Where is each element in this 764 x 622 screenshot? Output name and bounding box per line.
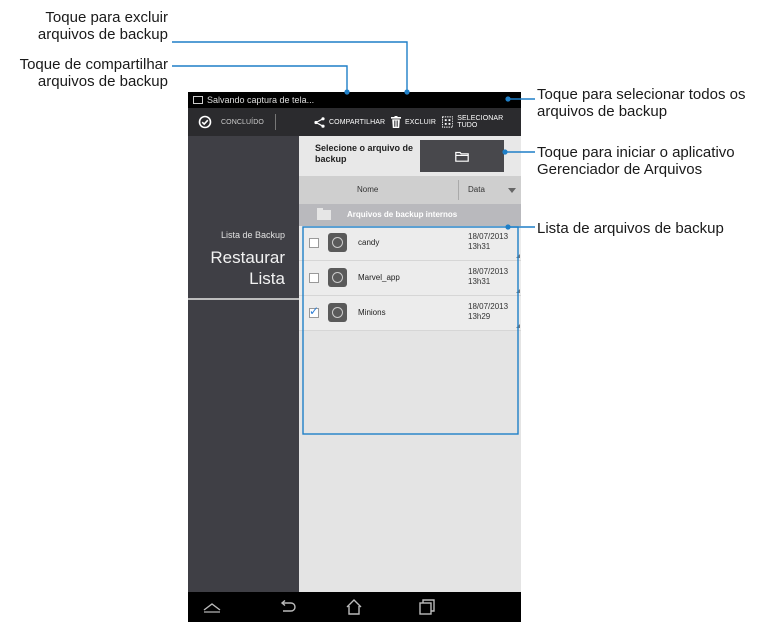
file-name: Minions — [358, 308, 386, 317]
file-date-time: 13h29 — [468, 312, 491, 321]
row-corner-indicator — [516, 289, 520, 293]
row-corner-indicator — [516, 324, 520, 328]
date-column-header[interactable]: Data — [468, 176, 485, 204]
file-date-day: 18/07/2013 — [468, 302, 509, 311]
file-checkbox[interactable] — [309, 304, 319, 318]
select-all-label: SELECIONAR TUDO — [457, 115, 504, 129]
internal-backups-group[interactable]: Arquivos de backup internos — [299, 204, 521, 226]
delete-button[interactable]: EXCLUIR — [391, 108, 436, 136]
callout-delete: Toque para excluir arquivos de backup — [37, 9, 168, 43]
file-date-time: 13h31 — [468, 242, 491, 251]
trash-icon — [391, 116, 401, 128]
callout-backup-list: Lista de arquivos de backup — [537, 220, 724, 237]
callout-select-all: Toque para selecionar todos os arquivos … — [537, 86, 746, 120]
select-all-icon — [442, 116, 454, 128]
backup-list-label: Lista de Backup — [220, 230, 285, 240]
file-date: 18/07/2013 13h31 — [468, 232, 508, 252]
file-date: 18/07/2013 13h29 — [468, 302, 508, 322]
done-button[interactable]: CONCLUÍDO — [198, 108, 264, 136]
share-icon — [314, 116, 325, 128]
select-all-button[interactable]: SELECIONAR TUDO — [442, 108, 521, 136]
header-divider — [458, 180, 459, 200]
list-item[interactable]: Marvel_app 18/07/2013 13h31 — [299, 261, 521, 296]
left-panel-divider — [188, 298, 299, 300]
share-callout-line — [172, 65, 348, 92]
row-corner-indicator — [516, 254, 520, 258]
sort-arrow-icon[interactable] — [508, 188, 516, 193]
screenshot-icon — [193, 96, 203, 104]
app-backup-icon — [328, 233, 347, 252]
file-name: candy — [358, 238, 380, 247]
check-circle-icon — [198, 115, 212, 129]
file-manager-button[interactable] — [420, 140, 504, 172]
list-item[interactable]: candy 18/07/2013 13h31 — [299, 226, 521, 261]
recent-apps-icon[interactable] — [416, 597, 438, 617]
restore-list-title[interactable]: Restaurar Lista — [210, 247, 285, 289]
name-column-header[interactable]: Nome — [357, 176, 378, 204]
share-label: COMPARTILHAR — [329, 118, 386, 126]
app-backup-icon — [328, 268, 347, 287]
delete-callout-line — [172, 41, 408, 92]
list-item[interactable]: Minions 18/07/2013 13h29 — [299, 296, 521, 331]
column-header-row: Nome Data — [299, 176, 521, 204]
file-checkbox[interactable] — [309, 238, 319, 248]
backup-file-panel: Selecione o arquivo de backup Nome Data … — [299, 136, 521, 592]
delete-label: EXCLUIR — [405, 118, 437, 126]
status-text: Salvando captura de tela... — [207, 95, 315, 105]
callout-share: Toque de compartilhar arquivos de backup — [19, 56, 168, 90]
share-button[interactable]: COMPARTILHAR — [314, 108, 385, 136]
file-checkbox[interactable] — [309, 273, 319, 283]
file-date-day: 18/07/2013 — [468, 232, 509, 241]
status-bar: Salvando captura de tela... — [188, 92, 521, 108]
folder-icon — [455, 151, 469, 162]
file-select-row: Selecione o arquivo de backup — [299, 136, 521, 176]
navigation-bar — [188, 592, 521, 622]
left-panel: Lista de Backup Restaurar Lista — [188, 136, 299, 592]
tablet-screen: Salvando captura de tela... CONCLUÍDO CO… — [188, 92, 521, 622]
action-bar: CONCLUÍDO COMPARTILHAR EXCLUIR SELECIONA… — [188, 108, 521, 136]
back-icon[interactable] — [276, 597, 298, 617]
home-icon[interactable] — [343, 597, 365, 617]
file-date-time: 13h31 — [468, 277, 491, 286]
action-divider — [275, 114, 276, 130]
callout-file-manager: Toque para iniciar o aplicativo Gerencia… — [537, 144, 735, 178]
file-name: Marvel_app — [358, 273, 400, 282]
file-select-label: Selecione o arquivo de backup — [315, 143, 414, 164]
app-backup-icon — [328, 303, 347, 322]
group-label: Arquivos de backup internos — [347, 210, 458, 219]
done-label: CONCLUÍDO — [221, 118, 264, 126]
collapse-icon[interactable] — [201, 597, 223, 617]
file-date-day: 18/07/2013 — [468, 267, 509, 276]
folder-icon — [317, 208, 331, 220]
file-date: 18/07/2013 13h31 — [468, 267, 508, 287]
